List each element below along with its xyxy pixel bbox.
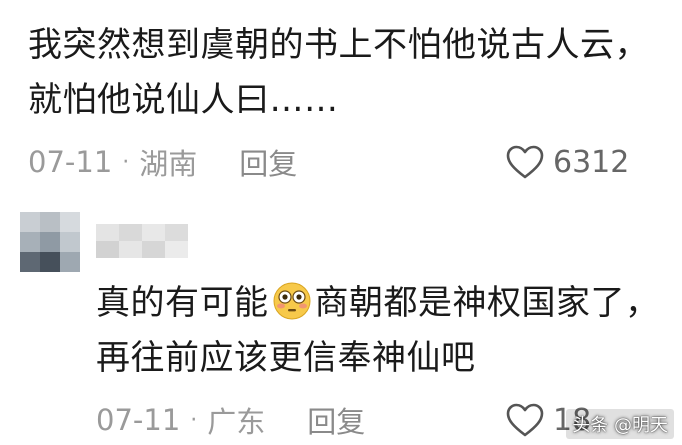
- flushed-face-emoji-icon: [273, 282, 310, 320]
- comment-2-meta: 07-11 · 广东 回复: [96, 398, 365, 442]
- comment-1-date: 07-11: [28, 145, 113, 179]
- comment-1-line-1: 我突然想到虞朝的书上不怕他说古人云，: [28, 25, 649, 65]
- comment-1-meta: 07-11 · 湖南 回复: [28, 140, 297, 184]
- comment-1-like-button[interactable]: 6312: [505, 140, 629, 184]
- heart-icon: [506, 403, 544, 437]
- comment-1-line-2: 就怕他说仙人曰……: [28, 80, 339, 120]
- comment-1-like-count: 6312: [553, 144, 630, 180]
- comment-2-text-part-2: 商朝都是神权国家了，: [314, 283, 660, 323]
- comment-1-location: 湖南: [139, 147, 198, 181]
- comment-1-reply-button[interactable]: 回复: [239, 141, 297, 183]
- comment-2-text-part-1: 真的有可能: [96, 283, 269, 323]
- watermark: 头条 @明天: [566, 409, 674, 439]
- heart-icon: [506, 145, 544, 179]
- avatar[interactable]: [20, 212, 80, 272]
- comment-2-body: 真的有可能 商朝都是神权国家了， 再往前应该更信奉神仙吧: [96, 276, 676, 386]
- comment-2-reply-button[interactable]: 回复: [307, 399, 365, 441]
- comment-1-separator: ·: [122, 149, 130, 175]
- comment-2-separator: ·: [190, 407, 198, 433]
- comment-2-line-1: 真的有可能 商朝都是神权国家了，: [96, 276, 676, 331]
- comment-2-line-2: 再往前应该更信奉神仙吧: [96, 338, 476, 378]
- comment-2-date: 07-11: [96, 403, 181, 437]
- comment-2-location: 广东: [207, 405, 266, 439]
- comment-1-body: 我突然想到虞朝的书上不怕他说古人云， 就怕他说仙人曰……: [28, 18, 673, 128]
- username-blurred[interactable]: [96, 224, 188, 258]
